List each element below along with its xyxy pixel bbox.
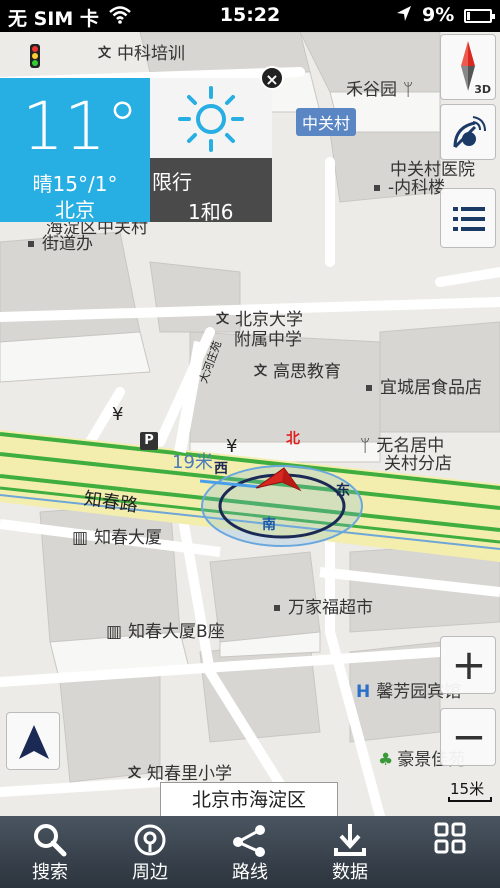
- search-tab[interactable]: 搜索: [0, 816, 100, 888]
- poi-zhichun[interactable]: ▥ 知春大厦: [72, 528, 162, 548]
- compass-north-label: 北: [286, 431, 300, 447]
- district-label: 北京市海淀区: [160, 782, 338, 818]
- locate-me-button[interactable]: [6, 712, 60, 770]
- building-icon: ▥: [106, 622, 123, 642]
- poi-wuming[interactable]: ᛘ 无名居中: [360, 436, 444, 456]
- download-icon: [334, 824, 366, 856]
- traffic-restriction-panel: 限行 1和6: [150, 158, 272, 224]
- school-icon: 文: [254, 364, 268, 379]
- poi-dot-icon: [274, 605, 280, 611]
- navigation-arrow-icon: [19, 725, 49, 763]
- compass-3d-button[interactable]: 3D: [440, 34, 496, 100]
- nearby-icon: [134, 824, 166, 856]
- map-scale-bar: [448, 797, 492, 802]
- battery-icon: [464, 9, 495, 23]
- poi-heguyuan[interactable]: 禾谷园 ᛘ: [346, 80, 413, 100]
- traffic-radar-button[interactable]: [440, 104, 496, 160]
- data-tab-label: 数据: [332, 862, 368, 883]
- poi-haidian-office-line2: 街道办: [28, 234, 93, 254]
- temperature: 11°: [22, 88, 139, 165]
- poi-hospital[interactable]: 中关村医院: [390, 160, 475, 180]
- compass-west-label: 西: [214, 461, 228, 477]
- poi-wanjia[interactable]: 万家福超市: [274, 598, 373, 618]
- restriction-numbers: 1和6: [188, 200, 234, 224]
- status-bar: 无 SIM 卡 15:22 9%: [0, 0, 500, 32]
- poi-dot-icon: [28, 241, 34, 247]
- restriction-label: 限行: [152, 170, 192, 194]
- close-weather-button[interactable]: ×: [260, 66, 284, 90]
- distance-label: 19米: [172, 452, 213, 473]
- list-menu-icon: [453, 205, 485, 237]
- grid-icon: [434, 822, 466, 854]
- location-arrow-icon: [395, 4, 413, 29]
- atm-icon: ¥: [112, 404, 124, 425]
- poi-dot-icon: [374, 185, 380, 191]
- 3d-mode-label: 3D: [474, 83, 491, 96]
- route-icon: [233, 825, 265, 857]
- plus-icon: +: [451, 640, 487, 689]
- compass-south-label: 南: [262, 517, 276, 533]
- weather-city: 北京: [55, 198, 95, 222]
- station-label[interactable]: 中关村: [296, 108, 357, 136]
- poi-dot-icon: [366, 385, 372, 391]
- sun-icon: [176, 84, 246, 158]
- building-icon: ▥: [72, 528, 89, 548]
- poi-pku-school[interactable]: 文北京大学: [216, 310, 303, 330]
- temperature-panel: 11° 晴15°/1° 北京: [0, 78, 150, 222]
- compass-east-label: 东: [336, 483, 350, 499]
- poi-zhichun-b[interactable]: ▥ 知春大厦B座: [106, 622, 225, 642]
- poi-hospital-line2: -内科楼: [374, 178, 445, 198]
- park-icon: ♣: [378, 750, 394, 770]
- school-icon: 文: [98, 46, 112, 61]
- more-tab[interactable]: [400, 816, 500, 888]
- school-icon: 文: [128, 766, 142, 781]
- poi-zhongke[interactable]: 文中科培训: [98, 44, 185, 64]
- poi-pku-school-line2: 附属中学: [234, 330, 302, 350]
- school-icon: 文: [216, 312, 230, 327]
- search-tab-label: 搜索: [32, 862, 68, 883]
- poi-zhichunli[interactable]: 文知春里小学: [128, 764, 232, 784]
- layers-menu-button[interactable]: [440, 188, 496, 248]
- minus-icon: −: [451, 712, 487, 761]
- battery-percent: 9%: [422, 4, 455, 26]
- route-tab[interactable]: 路线: [200, 816, 300, 888]
- radar-icon: [449, 113, 489, 157]
- poi-wuming-line2: 关村分店: [384, 454, 452, 474]
- poi-gaosi[interactable]: 文高思教育: [254, 362, 341, 382]
- weather-condition: 晴15°/1°: [32, 172, 118, 196]
- poi-yicheng[interactable]: 宜城居食品店: [366, 378, 482, 398]
- traffic-light-icon: [30, 44, 40, 68]
- bottom-toolbar: 搜索 周边 路线 数据: [0, 816, 500, 888]
- nearby-tab-label: 周边: [132, 862, 168, 883]
- search-icon: [34, 824, 67, 857]
- map-scale-label: 15米: [450, 780, 485, 798]
- restaurant-icon: ᛘ: [403, 80, 414, 100]
- parking-icon: P: [140, 432, 158, 450]
- weather-card[interactable]: 11° 晴15°/1° 北京 限行 1和6: [0, 78, 272, 224]
- zoom-out-button[interactable]: −: [440, 708, 496, 766]
- route-tab-label: 路线: [232, 862, 268, 883]
- data-tab[interactable]: 数据: [300, 816, 400, 888]
- atm-icon: ¥: [226, 436, 238, 457]
- nearby-tab[interactable]: 周边: [100, 816, 200, 888]
- close-icon: ×: [265, 70, 279, 89]
- sun-icon-panel: [150, 78, 272, 158]
- restaurant-icon: ᛘ: [360, 436, 371, 456]
- hotel-icon: H: [356, 682, 371, 702]
- zoom-in-button[interactable]: +: [440, 636, 496, 694]
